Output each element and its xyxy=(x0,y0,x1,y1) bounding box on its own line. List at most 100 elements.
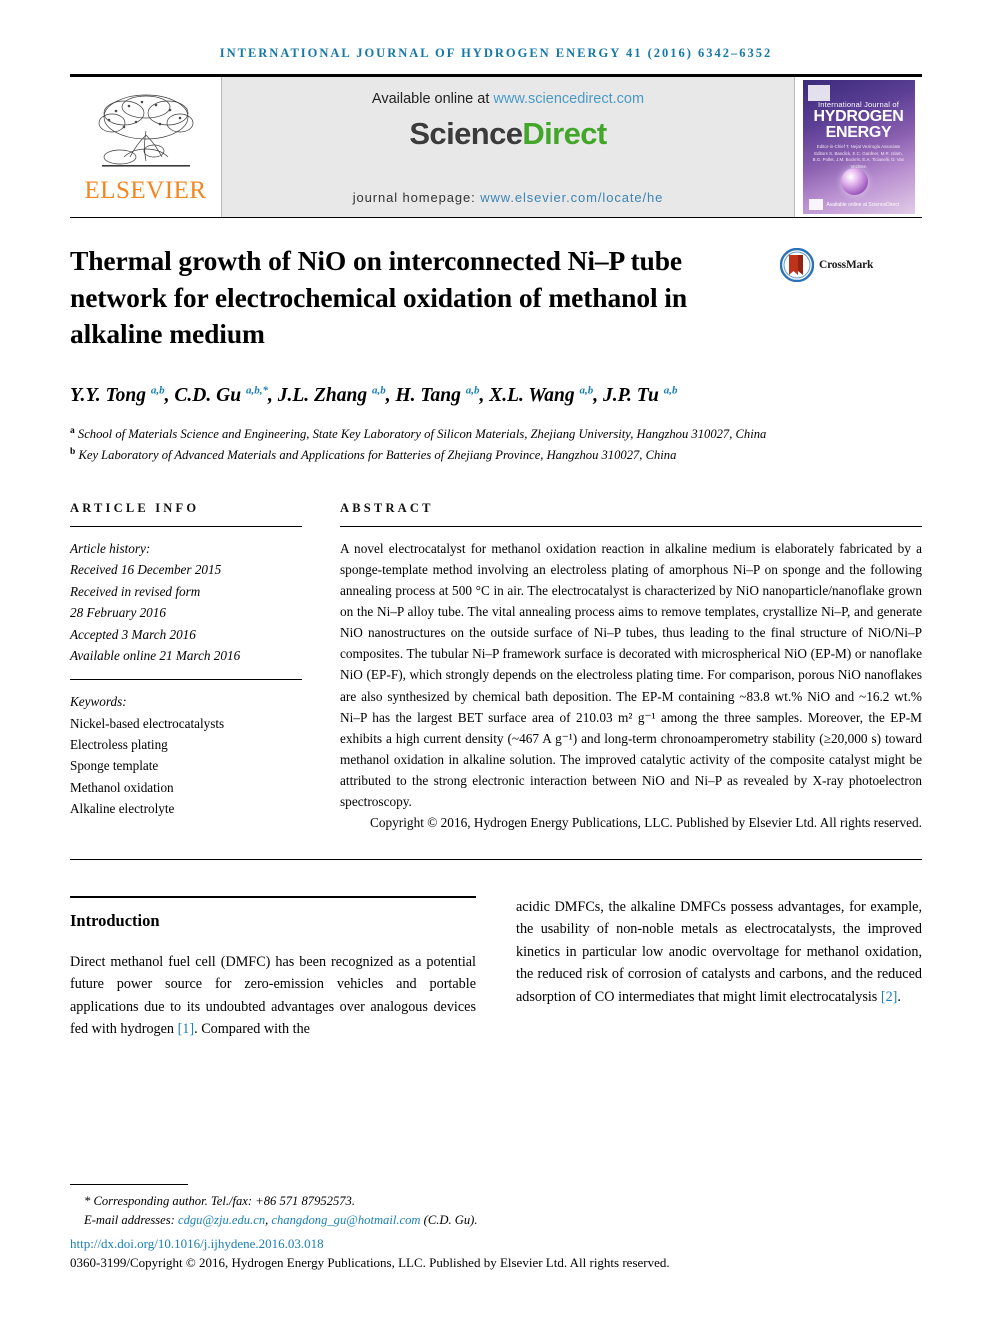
author-name: H. Tang xyxy=(395,384,461,406)
author-item: H. Tang a,b xyxy=(395,384,480,406)
journal-homepage-url[interactable]: www.elsevier.com/locate/he xyxy=(480,190,663,205)
affiliation-text: Key Laboratory of Advanced Materials and… xyxy=(78,447,677,462)
keywords-label: Keywords: xyxy=(70,694,127,710)
journal-homepage-label: journal homepage: xyxy=(352,190,481,205)
crossmark-badge[interactable]: CrossMark xyxy=(780,248,888,282)
author-affil-marks: a,b xyxy=(465,384,480,397)
asterisk-icon: * xyxy=(84,1193,91,1208)
sciencedirect-banner: Available online at www.sciencedirect.co… xyxy=(222,77,794,217)
sciencedirect-logo-science: Science xyxy=(409,116,523,151)
article-info-heading: ARTICLE INFO xyxy=(70,501,200,516)
title-row: Thermal growth of NiO on interconnected … xyxy=(70,243,922,353)
journal-masthead: ELSEVIER Available online at www.science… xyxy=(70,74,922,218)
article-history-item: Accepted 3 March 2016 xyxy=(70,626,196,642)
article-history-item: Received in revised form xyxy=(70,583,201,599)
corresponding-author-text: Corresponding author. Tel./fax: +86 571 … xyxy=(93,1193,356,1208)
intro-paragraph-right: acidic DMFCs, the alkaline DMFCs possess… xyxy=(516,896,922,1008)
affiliation-item: a School of Materials Science and Engine… xyxy=(70,424,860,445)
running-head: INTERNATIONAL JOURNAL OF HYDROGEN ENERGY… xyxy=(219,46,773,60)
sciencedirect-logo-direct: Direct xyxy=(522,116,607,151)
journal-cover-image: International Journal of HYDROGEN ENERGY… xyxy=(802,80,915,214)
available-online-line: Available online at www.sciencedirect.co… xyxy=(372,91,644,107)
keyword-item: Sponge template xyxy=(70,758,159,774)
abstract-divider xyxy=(340,526,922,528)
keyword-item: Methanol oxidation xyxy=(70,779,174,795)
author-item: J.L. Zhang a,b xyxy=(277,384,386,406)
article-first-page: INTERNATIONAL JOURNAL OF HYDROGEN ENERGY… xyxy=(0,0,992,1323)
affiliation-list: a School of Materials Science and Engine… xyxy=(70,424,860,465)
abstract-column: ABSTRACT A novel electrocatalyst for met… xyxy=(340,501,922,833)
abstract-heading: ABSTRACT xyxy=(340,501,434,516)
author-name: J.P. Tu xyxy=(603,384,659,406)
section-heading-introduction: Introduction xyxy=(70,910,160,930)
author-item: X.L. Wang a,b xyxy=(489,384,594,406)
keywords-divider xyxy=(70,679,302,681)
author-item: Y.Y. Tong a,b xyxy=(70,384,165,406)
available-prefix: Available online at xyxy=(371,91,494,107)
journal-homepage-line: journal homepage: www.elsevier.com/locat… xyxy=(222,190,794,205)
author-affil-marks: a,b xyxy=(245,384,260,397)
email-link-2[interactable]: changdong_gu@hotmail.com xyxy=(271,1213,420,1227)
sciencedirect-logo: ScienceDirect xyxy=(409,116,607,152)
body-columns: Introduction Direct methanol fuel cell (… xyxy=(70,895,922,1041)
affiliation-item: b Key Laboratory of Advanced Materials a… xyxy=(70,445,860,466)
elsevier-tree-icon xyxy=(98,94,193,167)
author-name: X.L. Wang xyxy=(489,384,575,406)
body-column-right: acidic DMFCs, the alkaline DMFCs possess… xyxy=(516,896,922,1041)
cover-footer-text: Available online at ScienceDirect xyxy=(826,201,900,208)
article-history-item: Received 16 December 2015 xyxy=(70,562,222,578)
body-column-left: Introduction Direct methanol fuel cell (… xyxy=(70,895,476,1041)
cover-editors: Editor-in-Chief T. Nejat Veziroglu Assoc… xyxy=(812,144,905,169)
intro-right-part1: acidic DMFCs, the alkaline DMFCs possess… xyxy=(516,898,922,1005)
cover-title-hydrogen: HYDROGEN xyxy=(813,108,904,125)
intro-text-part2: . Compared with the xyxy=(194,1021,310,1038)
sciencedirect-url[interactable]: www.sciencedirect.com xyxy=(493,91,644,107)
affiliation-mark: b xyxy=(70,446,76,457)
cover-sphere-graphic xyxy=(840,168,868,195)
author-affil-marks: a,b xyxy=(663,384,678,397)
issn-copyright-line: 0360-3199/Copyright © 2016, Hydrogen Ene… xyxy=(70,1255,670,1270)
author-name: C.D. Gu xyxy=(174,384,242,406)
info-abstract-section: ARTICLE INFO Article history: Received 1… xyxy=(70,501,922,833)
footnote-divider xyxy=(70,1183,188,1185)
email-owner: (C.D. Gu). xyxy=(420,1213,478,1228)
reference-link-1[interactable]: [1] xyxy=(178,1021,195,1037)
doi-link[interactable]: http://dx.doi.org/10.1016/j.ijhydene.201… xyxy=(70,1236,922,1252)
page-footer: * Corresponding author. Tel./fax: +86 57… xyxy=(70,1183,922,1271)
abstract-bottom-divider xyxy=(70,858,922,860)
author-list: Y.Y. Tong a,b, C.D. Gu a,b,*, J.L. Zhang… xyxy=(70,384,678,406)
elsevier-wordmark: ELSEVIER xyxy=(84,177,207,204)
author-affil-marks: a,b xyxy=(579,384,594,397)
article-history-item: Available online 21 March 2016 xyxy=(70,647,241,663)
author-name: J.L. Zhang xyxy=(277,384,368,406)
elsevier-logo-cell: ELSEVIER xyxy=(70,77,222,217)
keyword-item: Nickel-based electrocatalysts xyxy=(70,715,225,731)
article-info-divider xyxy=(70,526,302,528)
affiliation-text: School of Materials Science and Engineer… xyxy=(77,427,767,442)
journal-cover-cell: International Journal of HYDROGEN ENERGY… xyxy=(794,77,922,217)
author-item: J.P. Tu a,b xyxy=(603,384,678,406)
crossmark-badge-icon xyxy=(780,248,814,282)
article-info-column: ARTICLE INFO Article history: Received 1… xyxy=(70,501,302,833)
email-addresses-line: E-mail addresses: cdgu@zju.edu.cn, chang… xyxy=(70,1211,922,1231)
article-history: Article history: Received 16 December 20… xyxy=(70,538,302,666)
corresponding-author-note: * Corresponding author. Tel./fax: +86 57… xyxy=(70,1192,922,1212)
cover-title-energy: ENERGY xyxy=(825,124,892,142)
cover-title-large: HYDROGEN ENERGY xyxy=(803,108,915,142)
author-item: C.D. Gu a,b,* xyxy=(174,384,268,406)
abstract-text: A novel electrocatalyst for methanol oxi… xyxy=(340,541,922,809)
abstract-copyright: Copyright © 2016, Hydrogen Energy Public… xyxy=(369,814,922,830)
page-title: Thermal growth of NiO on interconnected … xyxy=(70,245,688,350)
cover-elsevier-mark-icon xyxy=(807,85,830,101)
crossmark-label: CrossMark xyxy=(819,259,874,271)
introduction-rule xyxy=(70,895,476,898)
affiliation-mark: a xyxy=(70,425,75,436)
reference-link-2[interactable]: [2] xyxy=(881,989,898,1005)
email-link-1[interactable]: cdgu@zju.edu.cn xyxy=(178,1213,265,1227)
cover-footer: Available online at ScienceDirect xyxy=(808,199,909,210)
author-name: Y.Y. Tong xyxy=(70,384,147,406)
author-affil-marks: a,b xyxy=(371,384,386,397)
article-history-item: 28 February 2016 xyxy=(70,605,166,621)
keywords-list: Keywords: Nickel-based electrocatalysts … xyxy=(70,691,302,819)
keyword-item: Electroless plating xyxy=(70,737,168,753)
